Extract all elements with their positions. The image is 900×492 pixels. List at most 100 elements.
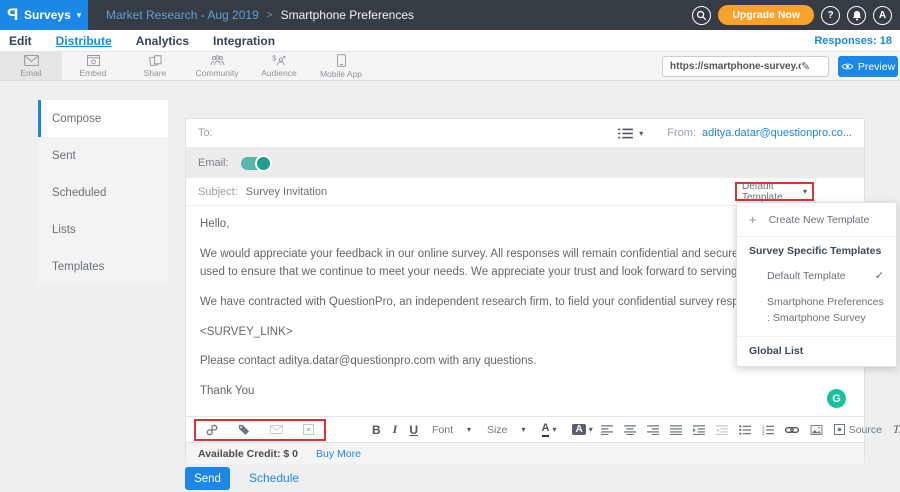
- sidebar-item-lists[interactable]: Lists: [38, 211, 168, 248]
- source-button[interactable]: Source: [834, 424, 882, 436]
- bg-color-button[interactable]: A ▾: [572, 424, 592, 435]
- channel-tab-community[interactable]: Community: [186, 52, 248, 80]
- edit-url-icon[interactable]: ✎: [801, 60, 810, 73]
- svg-text:3: 3: [762, 431, 765, 435]
- merge-tools-group-highlight: [194, 419, 326, 441]
- indent-icon[interactable]: [693, 425, 705, 435]
- menu-item-smartphone-preferences[interactable]: Smartphone Preferences : Smartphone Surv…: [737, 289, 896, 337]
- menu-item-create-new-template[interactable]: + Create New Template: [737, 203, 896, 237]
- email-toggle-switch[interactable]: [241, 157, 271, 170]
- chevron-down-icon: ▾: [77, 10, 82, 21]
- bg-color-caret-icon: ▾: [589, 425, 593, 434]
- bullet-list-icon[interactable]: [739, 425, 751, 435]
- search-icon: [696, 10, 707, 21]
- justify-icon[interactable]: [670, 425, 682, 435]
- breadcrumb: Market Research - Aug 2019 > Smartphone …: [106, 8, 414, 22]
- menu-item-default-template[interactable]: Default Template ✓: [737, 263, 896, 289]
- notifications-button[interactable]: [847, 6, 866, 25]
- channel-tab-audience[interactable]: $ Audience: [248, 52, 310, 80]
- list-caret-icon[interactable]: ▾: [639, 129, 643, 138]
- bold-button[interactable]: B: [372, 423, 381, 437]
- survey-url-input[interactable]: [663, 61, 801, 72]
- unsubscribe-email-icon[interactable]: [270, 425, 283, 434]
- sidebar-item-scheduled[interactable]: Scheduled: [38, 174, 168, 211]
- buy-more-link[interactable]: Buy More: [316, 448, 361, 460]
- help-button[interactable]: ?: [821, 6, 840, 25]
- avatar-initial: A: [879, 10, 886, 21]
- schedule-link[interactable]: Schedule: [249, 471, 299, 485]
- embed-survey-icon[interactable]: [303, 424, 314, 435]
- source-icon: [834, 424, 845, 435]
- breadcrumb-separator: >: [267, 10, 273, 21]
- survey-nav: Edit Distribute Analytics Integration Re…: [0, 30, 900, 52]
- size-caret-icon: ▾: [521, 425, 525, 434]
- text-color-button[interactable]: A ▾: [542, 422, 557, 436]
- avatar[interactable]: A: [873, 6, 892, 25]
- email-sidebar: Compose Sent Scheduled Lists Templates: [38, 100, 168, 285]
- channel-toolbar: Email Embed Share Community $ Audience M…: [0, 52, 900, 81]
- size-select[interactable]: Size ▾: [487, 424, 525, 436]
- sidebar-item-sent[interactable]: Sent: [38, 137, 168, 174]
- sidebar-item-compose[interactable]: Compose: [38, 100, 168, 137]
- questionpro-distribute-page: P Surveys ▾ Market Research - Aug 2019 >…: [0, 0, 900, 492]
- from-email-value[interactable]: aditya.datar@questionpro.co...: [702, 127, 852, 139]
- breadcrumb-survey-name: Smartphone Preferences: [281, 8, 414, 22]
- mobile-icon: [337, 54, 346, 67]
- product-name: Surveys: [24, 8, 71, 22]
- sidebar-item-templates[interactable]: Templates: [38, 248, 168, 285]
- grammarly-icon[interactable]: G: [827, 389, 846, 408]
- surveys-menu[interactable]: P Surveys ▾: [0, 0, 88, 30]
- audience-icon: $: [272, 54, 287, 66]
- insert-link-icon[interactable]: [206, 424, 218, 436]
- channel-tab-embed[interactable]: Embed: [62, 52, 124, 80]
- text-color-caret-icon: ▾: [552, 425, 556, 434]
- to-row: To: ▾ From: aditya.datar@questionpro.co.…: [186, 119, 864, 148]
- toggle-knob: [255, 155, 272, 172]
- hyperlink-icon[interactable]: [785, 426, 799, 434]
- top-bar: P Surveys ▾ Market Research - Aug 2019 >…: [0, 0, 900, 30]
- check-icon: ✓: [875, 269, 884, 282]
- send-button[interactable]: Send: [185, 467, 230, 490]
- font-caret-icon: ▾: [467, 425, 471, 434]
- channel-tab-email[interactable]: Email: [0, 52, 62, 80]
- from-label: From:: [667, 127, 696, 139]
- outdent-icon[interactable]: [716, 425, 728, 435]
- tab-edit[interactable]: Edit: [9, 34, 32, 48]
- channel-tab-share[interactable]: Share: [124, 52, 186, 80]
- channel-tab-mobile-app[interactable]: Mobile App: [310, 52, 372, 80]
- align-center-icon[interactable]: [624, 425, 636, 435]
- merge-tag-icon[interactable]: [238, 424, 250, 435]
- bell-icon: [852, 10, 862, 21]
- body-paragraph: Thank You: [200, 383, 850, 400]
- tab-analytics[interactable]: Analytics: [136, 34, 189, 48]
- email-toggle-row: Email:: [186, 148, 864, 178]
- numbered-list-icon[interactable]: 123: [762, 425, 774, 435]
- italic-button[interactable]: I: [393, 422, 398, 437]
- upgrade-now-button[interactable]: Upgrade Now: [718, 5, 814, 25]
- subject-value[interactable]: Survey Invitation: [246, 186, 327, 198]
- tab-integration[interactable]: Integration: [213, 34, 275, 48]
- envelope-icon: [24, 55, 39, 66]
- question-icon: ?: [827, 10, 833, 21]
- survey-url-field: ✎: [662, 56, 829, 77]
- breadcrumb-folder[interactable]: Market Research - Aug 2019: [106, 8, 259, 22]
- select-caret-icon: ▾: [803, 187, 807, 196]
- contact-list-icon[interactable]: [618, 128, 633, 139]
- preview-button[interactable]: Preview: [838, 56, 898, 77]
- tab-distribute[interactable]: Distribute: [56, 34, 112, 48]
- editor-toolbar: B I U Font ▾ Size ▾ A ▾ A ▾: [186, 416, 864, 442]
- underline-button[interactable]: U: [409, 423, 418, 437]
- eye-icon: [841, 62, 854, 71]
- align-left-icon[interactable]: [601, 425, 613, 435]
- font-select[interactable]: Font ▾: [432, 424, 471, 436]
- plus-icon: +: [749, 212, 757, 227]
- menu-section-survey-specific: Survey Specific Templates: [737, 237, 896, 263]
- menu-section-global-list[interactable]: Global List: [737, 337, 896, 366]
- insert-image-icon[interactable]: [810, 425, 823, 435]
- remove-format-button[interactable]: Tx: [893, 424, 900, 436]
- align-right-icon[interactable]: [647, 425, 659, 435]
- search-button[interactable]: [692, 6, 711, 25]
- subject-label: Subject:: [198, 186, 238, 198]
- template-select[interactable]: Default Template ▾: [735, 182, 814, 201]
- responses-count[interactable]: Responses: 18: [814, 35, 892, 47]
